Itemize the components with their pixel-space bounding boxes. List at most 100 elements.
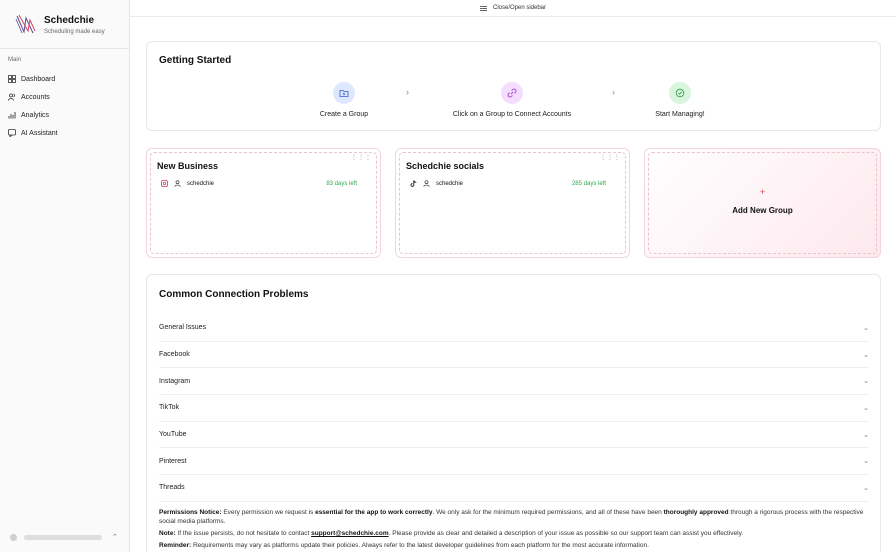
- link-icon: [507, 88, 517, 98]
- brand-logo-icon: [15, 14, 36, 34]
- step-icon-bg: [333, 82, 355, 104]
- step-icon-bg: [669, 82, 691, 104]
- permissions-notice: Permissions Notice: Every permission we …: [159, 508, 869, 526]
- note-text: . Please provide as clear and detailed a…: [388, 530, 744, 537]
- step-create-group: Create a Group: [269, 82, 419, 118]
- account-row[interactable]: schedchie 285 days left: [410, 180, 606, 187]
- accordion-label: Facebook: [159, 351, 190, 359]
- accordion-item-pinterest[interactable]: Pinterest ⌄: [159, 448, 869, 476]
- users-icon: [8, 93, 16, 101]
- step-start-managing: Start Managing!: [605, 82, 755, 118]
- reminder-note: Reminder: Requirements may vary as platf…: [159, 541, 869, 550]
- problems-accordion: General Issues ⌄ Facebook ⌄ Instagram ⌄ Tik…: [159, 315, 869, 502]
- connection-problems-title: Common Connection Problems: [159, 289, 309, 300]
- accordion-item-instagram[interactable]: Instagram ⌄: [159, 368, 869, 396]
- account-row[interactable]: schedchie 83 days left: [161, 180, 357, 187]
- accordion-item-tiktok[interactable]: TikTok ⌄: [159, 395, 869, 422]
- chat-icon: [8, 129, 16, 137]
- accordion-label: YouTube: [159, 431, 187, 439]
- step-label: Click on a Group to Connect Accounts: [452, 111, 572, 118]
- step-icon-bg: [501, 82, 523, 104]
- sidebar-item-analytics[interactable]: Analytics: [6, 106, 124, 124]
- user-icon: [423, 180, 430, 187]
- note-label: Note:: [159, 530, 176, 537]
- folder-plus-icon: [339, 90, 349, 97]
- dashboard-icon: [8, 75, 16, 83]
- drag-handle-icon[interactable]: ⋮⋮⋮: [600, 154, 621, 161]
- days-left-badge: 83 days left: [326, 180, 357, 187]
- connection-problems-card: Common Connection Problems General Issue…: [146, 274, 881, 552]
- chevron-down-icon: ⌄: [863, 324, 869, 332]
- brand-tagline: Scheduling made easy: [44, 29, 105, 35]
- sidebar-nav: Dashboard Accounts Analytics AI Assistan…: [6, 70, 124, 142]
- notes-section: Permissions Notice: Every permission we …: [159, 508, 869, 552]
- group-title: Schedchie socials: [406, 161, 485, 171]
- group-card[interactable]: Schedchie socials ⋮⋮⋮ schedchie 285 days…: [395, 148, 630, 258]
- support-note: Note: If the issue persists, do not hesi…: [159, 529, 869, 538]
- check-circle-icon: [675, 88, 685, 98]
- brand-name: Schedchie: [44, 15, 95, 26]
- chevron-down-icon: ⌄: [863, 378, 869, 386]
- support-email-link[interactable]: support@schedchie.com: [311, 530, 389, 537]
- chevron-up-down-icon: ⌃: [112, 534, 118, 541]
- days-left-badge: 285 days left: [571, 180, 606, 187]
- account-name: schedchie: [187, 180, 215, 187]
- tiktok-icon: [410, 180, 417, 187]
- brand[interactable]: Schedchie Scheduling made easy: [14, 12, 105, 36]
- bar-chart-icon: [8, 112, 16, 119]
- add-group-label: Add New Group: [732, 206, 793, 215]
- sidebar-item-accounts[interactable]: Accounts: [6, 88, 124, 106]
- topbar: Close/Open sidebar: [130, 0, 896, 17]
- accordion-label: General Issues: [159, 324, 207, 332]
- sidebar-item-label: Dashboard: [21, 75, 56, 83]
- avatar: [10, 533, 17, 541]
- chevron-right-icon: ›: [406, 87, 409, 97]
- sidebar-item-dashboard[interactable]: Dashboard: [6, 70, 124, 88]
- sidebar-item-label: Accounts: [21, 93, 50, 101]
- reminder-label: Reminder:: [159, 542, 192, 549]
- accordion-label: TikTok: [159, 404, 179, 412]
- permissions-text: . We only ask for the minimum required p…: [432, 509, 662, 516]
- group-card[interactable]: New Business ⋮⋮⋮ schedchie 83 days left: [146, 148, 381, 258]
- accordion-label: Instagram: [159, 377, 191, 385]
- permissions-text: Every permission we request is: [223, 509, 314, 516]
- accordion-item-youtube[interactable]: YouTube ⌄: [159, 422, 869, 449]
- step-label: Create a Group: [319, 111, 369, 118]
- permissions-label: Permissions Notice:: [159, 509, 222, 516]
- menu-icon[interactable]: [479, 5, 487, 12]
- reminder-text: Requirements may vary as platforms updat…: [192, 542, 649, 549]
- sidebar-item-ai-assistant[interactable]: AI Assistant: [6, 124, 124, 142]
- sidebar-divider: [0, 48, 130, 49]
- getting-started-card: Getting Started Create a Group › Click o…: [146, 41, 881, 131]
- instagram-icon: [161, 180, 168, 187]
- getting-started-title: Getting Started: [159, 55, 232, 66]
- user-name-placeholder: [24, 534, 102, 540]
- user-icon: [174, 180, 181, 187]
- permissions-bold: thoroughly approved: [663, 509, 729, 516]
- accordion-item-threads[interactable]: Threads ⌄: [159, 475, 869, 502]
- chevron-down-icon: ⌄: [863, 458, 869, 466]
- chevron-down-icon: ⌄: [863, 351, 869, 359]
- accordion-label: Pinterest: [159, 457, 187, 465]
- add-group-border: [648, 152, 877, 254]
- chevron-down-icon: ⌄: [863, 431, 869, 439]
- note-text: If the issue persists, do not hesitate t…: [177, 530, 310, 537]
- group-title: New Business: [157, 161, 219, 171]
- user-menu[interactable]: ⌃: [10, 531, 120, 543]
- drag-handle-icon[interactable]: ⋮⋮⋮: [351, 154, 372, 161]
- sidebar-toggle-button[interactable]: Close/Open sidebar: [493, 5, 546, 11]
- step-label: Start Managing!: [655, 111, 705, 118]
- plus-icon: +: [759, 187, 766, 197]
- sidebar-section-label: Main: [8, 57, 22, 63]
- main-content: Getting Started Create a Group › Click o…: [130, 17, 896, 552]
- accordion-label: Threads: [159, 484, 185, 492]
- step-connect-accounts: Click on a Group to Connect Accounts: [437, 82, 587, 118]
- sidebar-item-label: Analytics: [21, 111, 50, 119]
- account-name: schedchie: [436, 180, 464, 187]
- chevron-down-icon: ⌄: [863, 404, 869, 412]
- add-group-button[interactable]: + Add New Group: [644, 148, 881, 258]
- sidebar-item-label: AI Assistant: [21, 129, 58, 137]
- accordion-item-facebook[interactable]: Facebook ⌄: [159, 342, 869, 369]
- accordion-item-general[interactable]: General Issues ⌄: [159, 315, 869, 342]
- permissions-bold: essential for the app to work correctly: [315, 509, 433, 516]
